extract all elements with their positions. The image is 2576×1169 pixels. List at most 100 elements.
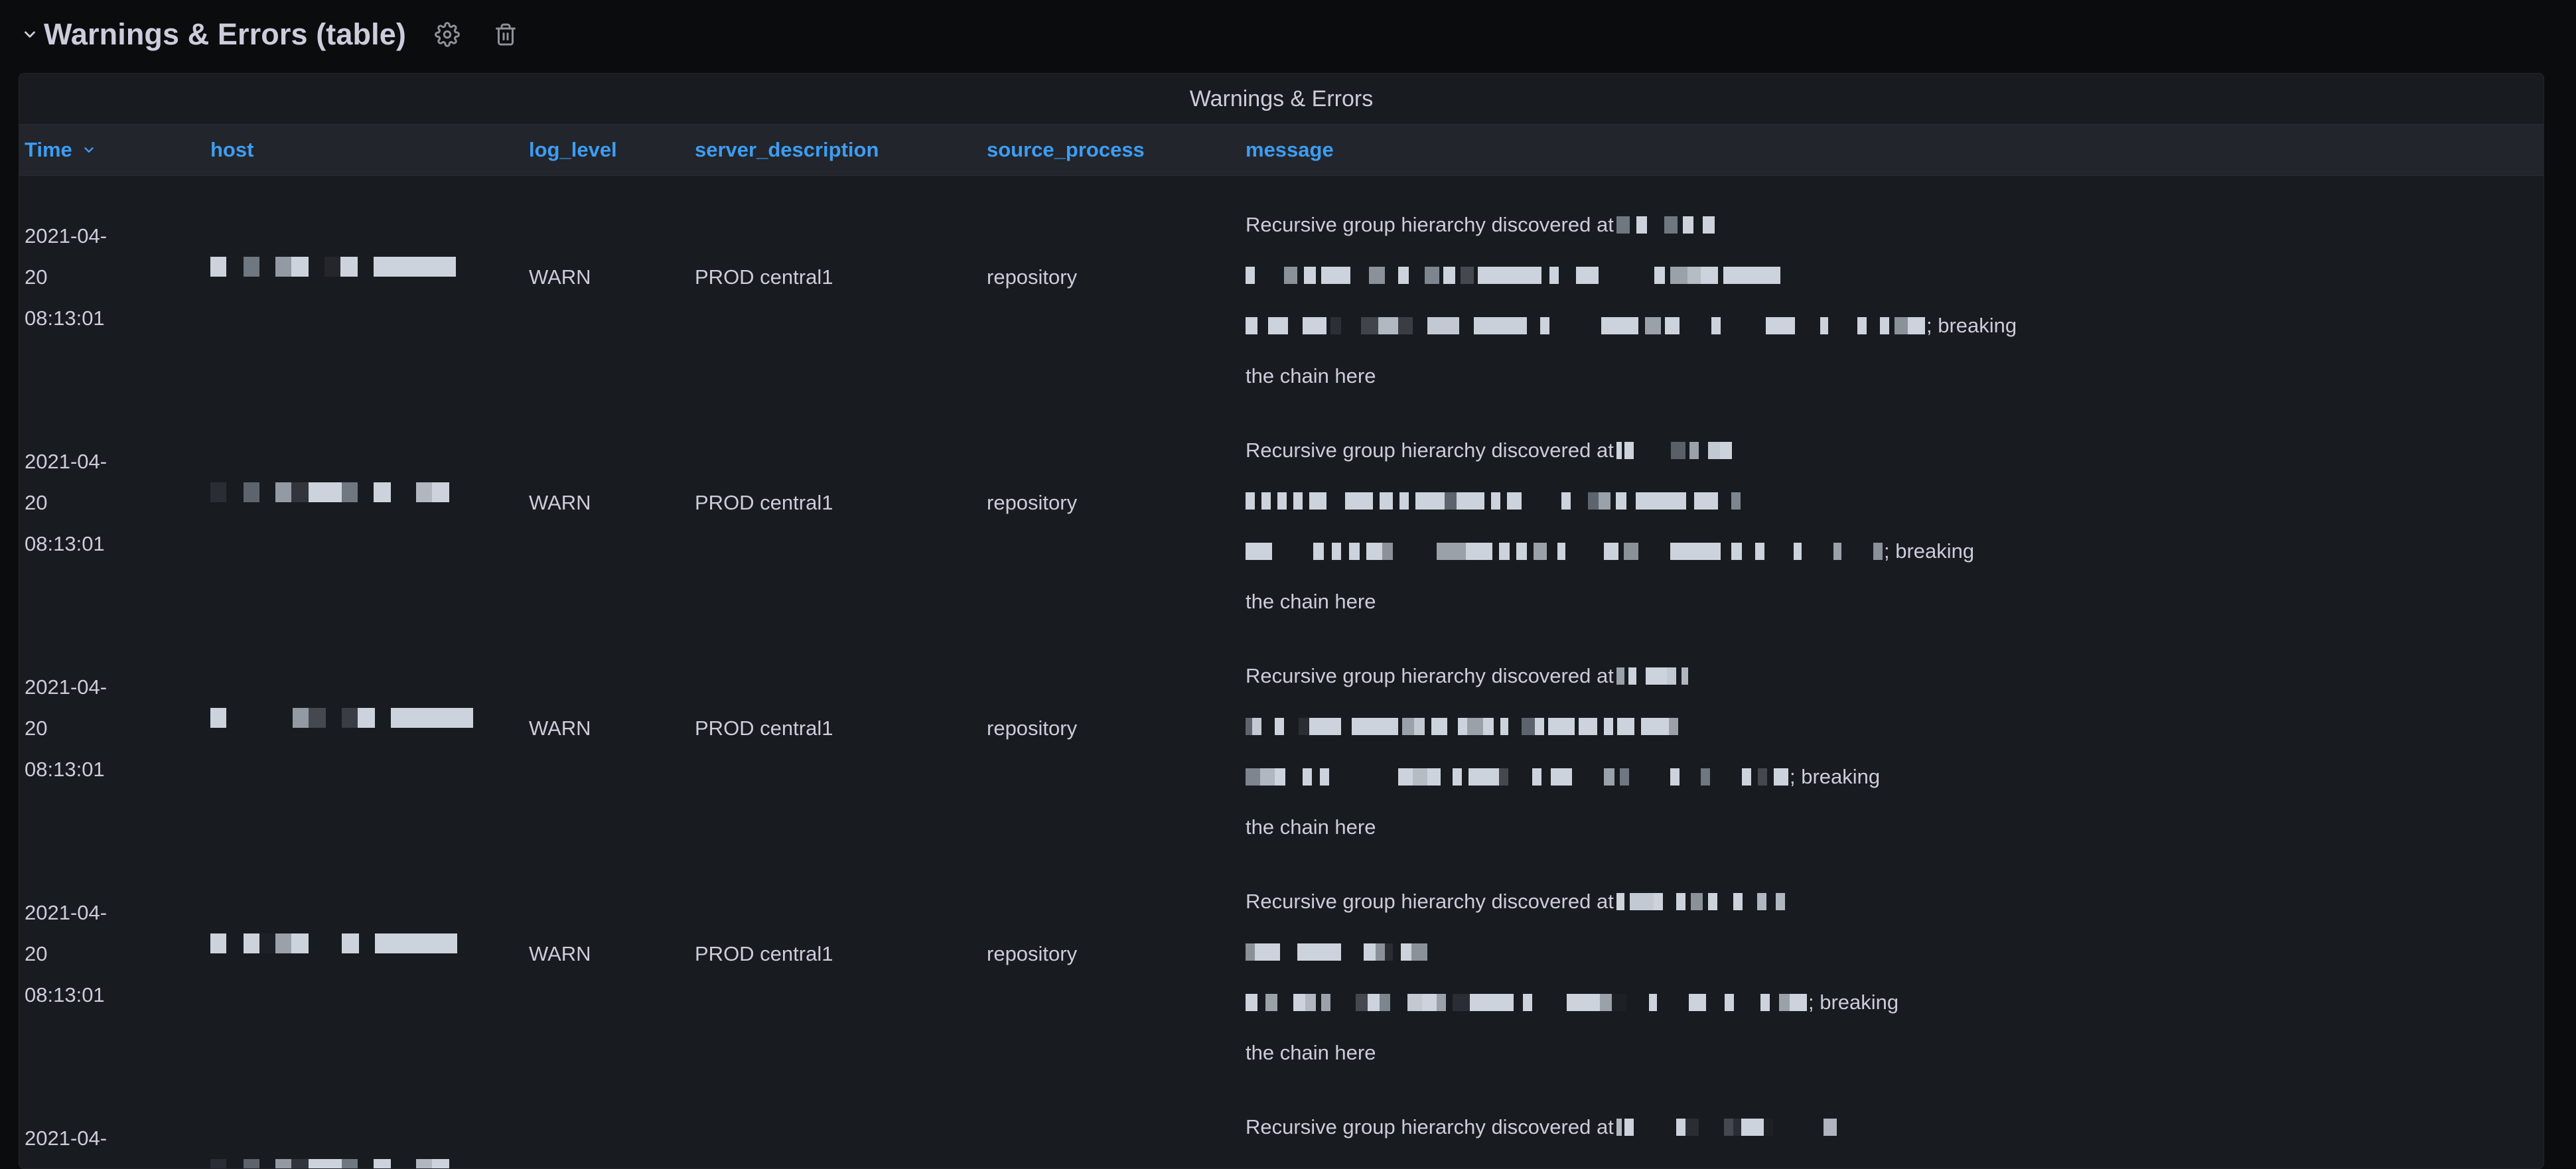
table-row[interactable]: 2021-04-2008:13:01WARNPROD central1repos… — [19, 853, 2543, 1078]
redacted-block — [1676, 1119, 1685, 1136]
redacted-block — [1467, 718, 1483, 735]
chevron-down-icon[interactable] — [82, 143, 96, 157]
redacted-block — [244, 257, 259, 277]
gear-icon[interactable] — [433, 20, 462, 49]
cell-log-level: WARN — [524, 1093, 689, 1168]
redacted-block — [1246, 543, 1272, 560]
column-header-server-description[interactable]: server_description — [689, 138, 981, 162]
redacted-block — [1246, 768, 1260, 786]
redacted-block — [1687, 267, 1701, 284]
redacted-block — [1873, 543, 1883, 560]
redacted-block — [1499, 768, 1508, 786]
table-header-row: Time host log_level server_description s… — [19, 124, 2543, 176]
redacted-block — [1540, 317, 1549, 334]
redacted-block — [1523, 994, 1532, 1011]
redacted-block — [375, 933, 457, 953]
redacted-block — [1624, 543, 1638, 560]
table-row[interactable]: 2021-04-2008:13:01WARNPROD central1repos… — [19, 401, 2543, 627]
warnings-errors-table: Time host log_level server_description s… — [19, 124, 2543, 1168]
redacted-block — [210, 482, 226, 502]
redacted-block — [1616, 216, 1630, 234]
redacted-block — [244, 933, 259, 953]
panel-header: Warnings & Errors — [19, 74, 2543, 124]
column-header-log-level[interactable]: log_level — [524, 138, 689, 162]
table-row[interactable]: 2021-04-2008:13:01WARNPROD central1repos… — [19, 1078, 2543, 1168]
redacted-block — [1313, 543, 1324, 560]
chevron-down-icon[interactable] — [20, 25, 40, 44]
redacted-block — [1385, 943, 1393, 961]
column-header-message[interactable]: message — [1240, 138, 2543, 162]
cell-source-process: repository — [987, 942, 1078, 965]
redacted-block — [1330, 317, 1341, 334]
cell-time-line2: 20 — [25, 491, 48, 514]
trash-icon[interactable] — [491, 20, 520, 49]
cell-time-line1: 2021-04- — [25, 675, 107, 699]
redacted-block — [358, 708, 375, 728]
redacted-block — [1742, 768, 1751, 786]
redacted-block — [1522, 718, 1535, 735]
redacted-block — [1549, 267, 1559, 284]
redacted-block — [1670, 442, 1685, 459]
redacted-block — [1604, 718, 1613, 735]
redacted-block — [1384, 718, 1398, 735]
row-title[interactable]: Warnings & Errors (table) — [44, 17, 406, 52]
redacted-block — [1654, 267, 1665, 284]
cell-host — [205, 1093, 524, 1168]
message-suffix-last: the chain here — [1246, 590, 1376, 613]
redacted-block — [1265, 994, 1277, 1011]
redacted-block — [1707, 442, 1720, 459]
message-line-3: ; breaking — [1246, 526, 2517, 577]
cell-host — [205, 642, 524, 728]
redacted-block — [1612, 994, 1626, 1011]
redacted-block — [1490, 768, 1499, 786]
redacted-block — [1255, 943, 1280, 961]
redacted-block — [340, 257, 358, 277]
redacted-block — [1741, 1119, 1764, 1136]
table-row[interactable]: 2021-04-2008:13:01WARNPROD central1repos… — [19, 627, 2543, 853]
redacted-block — [1665, 317, 1680, 334]
redacted-block — [1309, 492, 1326, 510]
column-header-source-process[interactable]: source_process — [981, 138, 1240, 162]
redacted-block — [1321, 267, 1350, 284]
redacted-block — [1756, 893, 1766, 910]
redacted-block — [293, 708, 309, 728]
host-redaction — [210, 482, 524, 502]
column-header-time[interactable]: Time — [19, 138, 205, 162]
redacted-block — [1303, 317, 1326, 334]
redacted-block — [1617, 718, 1634, 735]
redacted-block — [1427, 768, 1441, 786]
redacted-block — [1760, 994, 1770, 1011]
redacted-block — [309, 482, 342, 502]
redacted-block — [1380, 492, 1393, 510]
redacted-block — [244, 1159, 259, 1168]
column-header-host[interactable]: host — [205, 138, 524, 162]
redacted-block — [1628, 667, 1636, 685]
redacted-block — [1453, 994, 1470, 1011]
message-line-2 — [1246, 1152, 2517, 1168]
cell-message: Recursive group hierarchy discovered at;… — [1240, 642, 2543, 853]
redacted-block — [1600, 994, 1612, 1011]
redacted-block — [1297, 943, 1341, 961]
cell-server-description: PROD central1 — [695, 265, 833, 289]
redacted-block — [1723, 1119, 1733, 1136]
redacted-block — [1620, 768, 1629, 786]
message-suffix-inline: ; breaking — [1926, 314, 2017, 337]
redacted-block — [1548, 718, 1575, 735]
redacted-block — [1422, 994, 1437, 1011]
redacted-block — [1474, 317, 1527, 334]
host-redaction — [210, 1159, 524, 1168]
redacted-block — [1629, 893, 1654, 910]
cell-source-process: repository — [987, 491, 1078, 514]
redacted-block — [1820, 317, 1828, 334]
cell-message: Recursive group hierarchy discovered at;… — [1240, 190, 2543, 401]
redacted-block — [1895, 317, 1908, 334]
redacted-block — [1413, 768, 1427, 786]
cell-log-level: WARN — [529, 491, 591, 514]
redacted-block — [1304, 267, 1316, 284]
table-row[interactable]: 2021-04-2008:13:01WARNPROD central1repos… — [19, 176, 2543, 401]
message-line-4: the chain here — [1246, 351, 2517, 401]
redacted-block — [1431, 718, 1447, 735]
table-body: 2021-04- 20 08:13:01 WARN PROD central1 repos… — [19, 176, 2543, 1168]
redacted-block — [1636, 216, 1647, 234]
message-prefix: Recursive group hierarchy discovered at — [1246, 439, 1614, 462]
